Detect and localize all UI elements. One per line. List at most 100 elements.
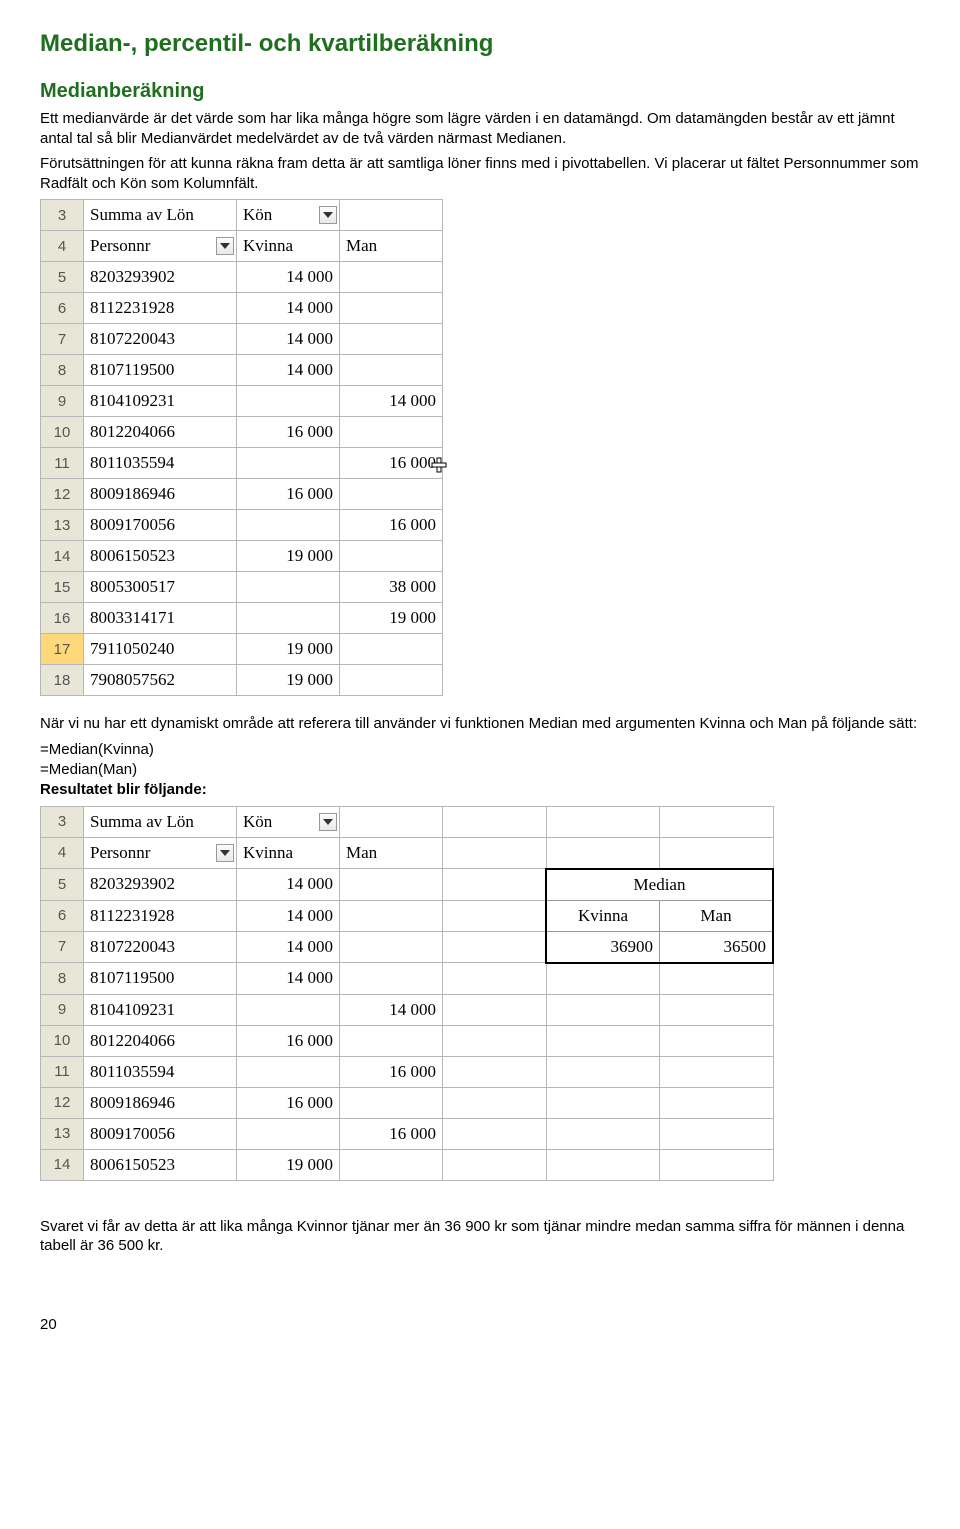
empty-cell bbox=[443, 963, 547, 995]
empty-cell bbox=[443, 1149, 547, 1180]
cell-man: 38 000 bbox=[340, 572, 443, 603]
empty-cell bbox=[443, 837, 547, 869]
pivot-field-kon[interactable]: Kön bbox=[237, 200, 340, 231]
cell-man: 16 000 bbox=[340, 448, 443, 479]
row-number: 17 bbox=[41, 634, 84, 665]
cell-man bbox=[340, 1025, 443, 1056]
body-text: När vi nu har ett dynamiskt område att r… bbox=[40, 714, 920, 734]
body-text: Ett medianvärde är det värde som har lik… bbox=[40, 109, 920, 148]
empty-cell bbox=[546, 1025, 660, 1056]
empty-cell bbox=[546, 1118, 660, 1149]
row-number: 14 bbox=[41, 541, 84, 572]
cell-personnr: 8107220043 bbox=[84, 931, 237, 963]
page-number: 20 bbox=[40, 1316, 920, 1333]
pivot-table-2: 3 Summa av Lön Kön 4 Personnr Kvinna Man… bbox=[40, 806, 774, 1181]
row-number: 11 bbox=[41, 1056, 84, 1087]
pivot-field-label: Kön bbox=[243, 205, 272, 224]
empty-cell bbox=[443, 806, 547, 837]
cell-personnr: 8009170056 bbox=[84, 1118, 237, 1149]
cell-man: 19 000 bbox=[340, 603, 443, 634]
pivot-field-summa: Summa av Lön bbox=[84, 200, 237, 231]
row-number: 13 bbox=[41, 510, 84, 541]
row-number: 4 bbox=[41, 231, 84, 262]
empty-cell bbox=[546, 1087, 660, 1118]
dropdown-icon[interactable] bbox=[216, 237, 234, 255]
cell-man bbox=[340, 869, 443, 901]
cell-personnr: 8006150523 bbox=[84, 1149, 237, 1180]
row-number: 5 bbox=[41, 869, 84, 901]
row-number: 9 bbox=[41, 386, 84, 417]
column-header: Man bbox=[340, 231, 443, 262]
empty-cell bbox=[546, 963, 660, 995]
cell-personnr: 8003314171 bbox=[84, 603, 237, 634]
empty-cell bbox=[660, 1056, 774, 1087]
cell-personnr: 8011035594 bbox=[84, 1056, 237, 1087]
empty-cell bbox=[443, 1118, 547, 1149]
median-value-kvinna: 36900 bbox=[546, 931, 660, 963]
cell-kvinna bbox=[237, 1056, 340, 1087]
cell-personnr: 8112231928 bbox=[84, 900, 237, 931]
pivot-field-label: Kön bbox=[243, 812, 272, 831]
cell-kvinna bbox=[237, 572, 340, 603]
cell-kvinna: 14 000 bbox=[237, 293, 340, 324]
cell-kvinna: 19 000 bbox=[237, 634, 340, 665]
cell-man: 14 000 bbox=[340, 994, 443, 1025]
row-number: 8 bbox=[41, 355, 84, 386]
row-number: 14 bbox=[41, 1149, 84, 1180]
cell-man bbox=[340, 541, 443, 572]
empty-cell bbox=[660, 1118, 774, 1149]
cell-man bbox=[340, 479, 443, 510]
row-number: 15 bbox=[41, 572, 84, 603]
cell-man bbox=[340, 963, 443, 995]
cell-personnr: 8203293902 bbox=[84, 262, 237, 293]
cell-kvinna bbox=[237, 510, 340, 541]
empty-cell bbox=[660, 806, 774, 837]
cell-personnr: 7908057562 bbox=[84, 665, 237, 696]
empty-cell bbox=[443, 1087, 547, 1118]
cell-kvinna bbox=[237, 994, 340, 1025]
body-text: Svaret vi får av detta är att lika många… bbox=[40, 1217, 920, 1256]
cell-kvinna bbox=[237, 1118, 340, 1149]
row-number: 12 bbox=[41, 479, 84, 510]
cell-personnr: 8009186946 bbox=[84, 479, 237, 510]
median-col-man: Man bbox=[660, 900, 774, 931]
cell-kvinna: 14 000 bbox=[237, 963, 340, 995]
pivot-field-label: Personnr bbox=[90, 843, 150, 862]
cell-man: 14 000 bbox=[340, 386, 443, 417]
row-number: 5 bbox=[41, 262, 84, 293]
cell-kvinna: 19 000 bbox=[237, 1149, 340, 1180]
empty-cell bbox=[546, 806, 660, 837]
row-number: 12 bbox=[41, 1087, 84, 1118]
row-number: 10 bbox=[41, 417, 84, 448]
cell-kvinna: 14 000 bbox=[237, 355, 340, 386]
cell-personnr: 8107220043 bbox=[84, 324, 237, 355]
cell-personnr: 8009170056 bbox=[84, 510, 237, 541]
row-number: 8 bbox=[41, 963, 84, 995]
cell-kvinna: 19 000 bbox=[237, 665, 340, 696]
cell-personnr: 8012204066 bbox=[84, 417, 237, 448]
empty-cell bbox=[660, 1149, 774, 1180]
cell-man bbox=[340, 665, 443, 696]
row-number: 13 bbox=[41, 1118, 84, 1149]
dropdown-icon[interactable] bbox=[319, 813, 337, 831]
cell-man bbox=[340, 355, 443, 386]
pivot-field-personnr[interactable]: Personnr bbox=[84, 231, 237, 262]
dropdown-icon[interactable] bbox=[216, 844, 234, 862]
dropdown-icon[interactable] bbox=[319, 206, 337, 224]
cell-personnr: 8104109231 bbox=[84, 994, 237, 1025]
cell-kvinna: 19 000 bbox=[237, 541, 340, 572]
pivot-field-kon[interactable]: Kön bbox=[237, 806, 340, 837]
empty-cell bbox=[546, 1149, 660, 1180]
cell-personnr: 8203293902 bbox=[84, 869, 237, 901]
empty-cell bbox=[443, 869, 547, 901]
cell-personnr: 8009186946 bbox=[84, 1087, 237, 1118]
row-number: 6 bbox=[41, 293, 84, 324]
empty-cell bbox=[660, 1087, 774, 1118]
section-title: Medianberäkning bbox=[40, 80, 920, 103]
cell-kvinna: 16 000 bbox=[237, 1087, 340, 1118]
column-header: Kvinna bbox=[237, 231, 340, 262]
empty-cell bbox=[443, 931, 547, 963]
row-number: 16 bbox=[41, 603, 84, 634]
row-number: 9 bbox=[41, 994, 84, 1025]
pivot-field-personnr[interactable]: Personnr bbox=[84, 837, 237, 869]
